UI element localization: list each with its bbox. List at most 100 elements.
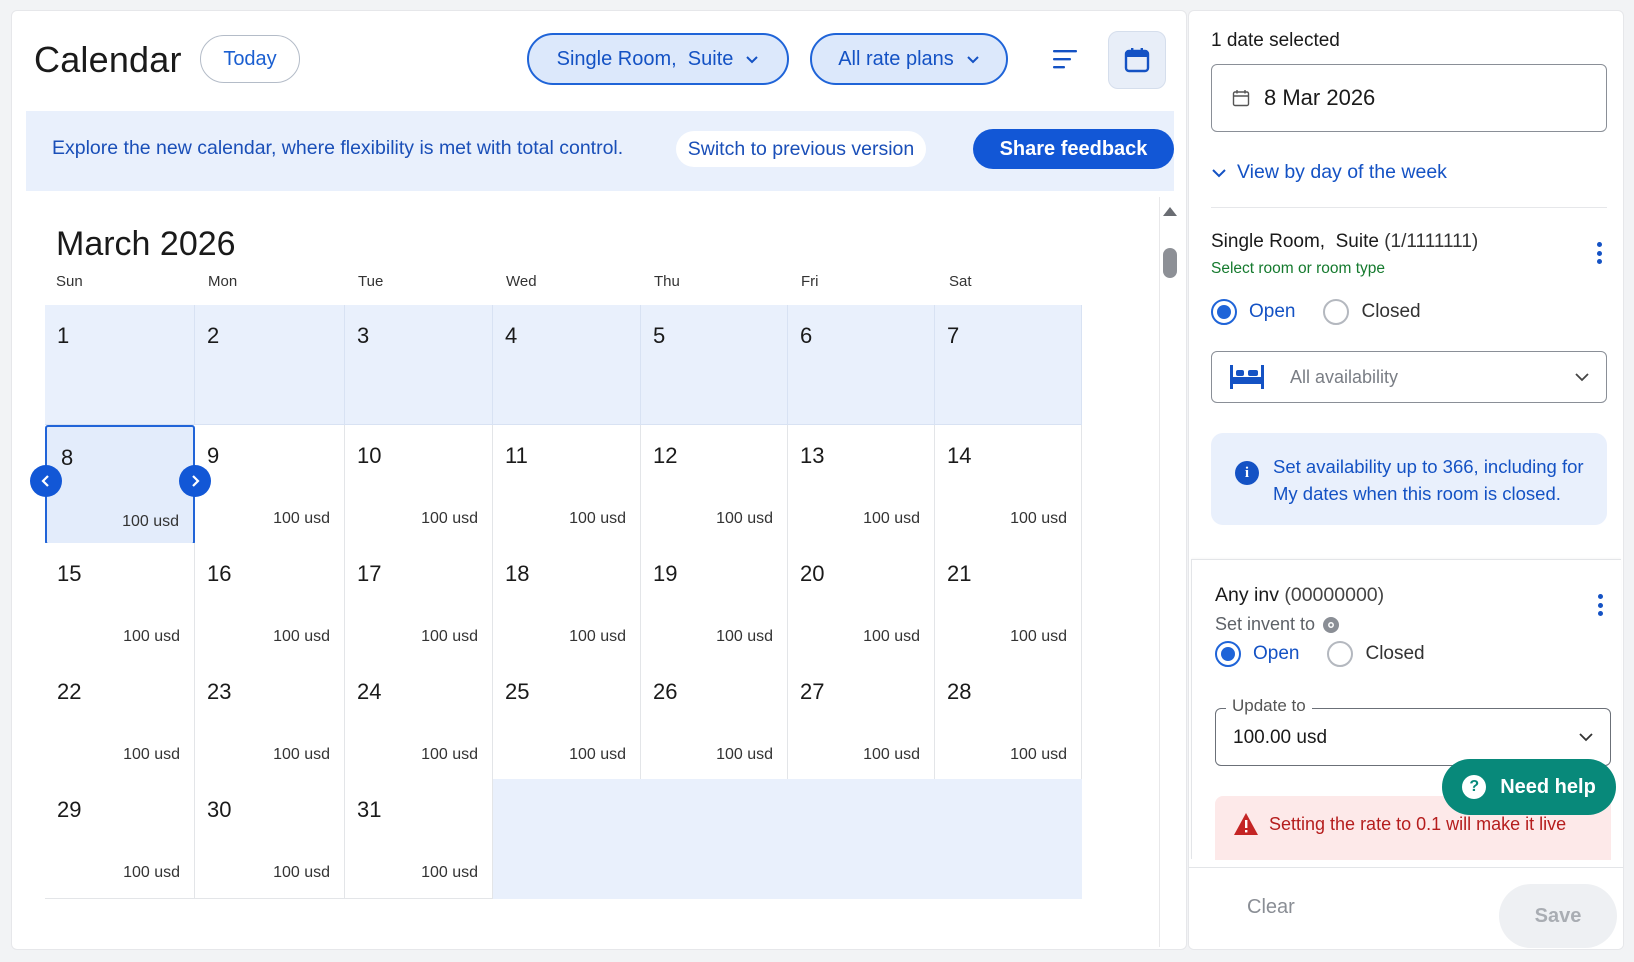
day-price: 100 usd — [273, 628, 330, 645]
divider — [1211, 207, 1607, 208]
day-cell[interactable]: 29 100 usd — [45, 779, 195, 899]
day-cell[interactable]: 15 100 usd — [45, 543, 195, 663]
day-cell[interactable]: 4 — [493, 305, 641, 425]
day-price: 100 usd — [1010, 510, 1067, 527]
next-day-button[interactable] — [179, 465, 211, 497]
day-cell[interactable]: 28 100 usd — [935, 661, 1082, 781]
scroll-up-arrow[interactable] — [1163, 207, 1177, 216]
day-cell[interactable]: 21 100 usd — [935, 543, 1082, 663]
day-cell[interactable]: 10 100 usd — [345, 425, 493, 545]
day-cell[interactable]: 27 100 usd — [788, 661, 935, 781]
day-cell[interactable]: 18 100 usd — [493, 543, 641, 663]
chevron-left-icon — [41, 475, 49, 487]
day-cell[interactable]: 25 100 usd — [493, 661, 641, 781]
need-help-button[interactable]: ? Need help — [1442, 759, 1616, 815]
update-rate-select[interactable]: Update to 100.00 usd — [1215, 696, 1611, 766]
day-cell[interactable]: 2 — [195, 305, 345, 425]
day-number: 22 — [57, 679, 82, 704]
weekday-label: Sat — [949, 273, 972, 290]
room-name: Single Room, Suite — [1211, 231, 1379, 252]
chevron-down-icon — [1575, 373, 1589, 382]
day-cell[interactable]: 9 100 usd — [195, 425, 345, 545]
day-price: 100 usd — [1010, 746, 1067, 763]
room-code: (1/1111111) — [1384, 231, 1479, 252]
toolbar: Calendar Today Single Room, Suite All ra… — [12, 11, 1186, 111]
day-cell[interactable]: 5 — [641, 305, 788, 425]
day-price: 100 usd — [123, 628, 180, 645]
day-number: 21 — [947, 561, 972, 586]
day-number: 3 — [357, 323, 370, 348]
day-cell[interactable]: 24 100 usd — [345, 661, 493, 781]
new-calendar-banner: Explore the new calendar, where flexibil… — [26, 111, 1174, 191]
room-closed-radio[interactable] — [1323, 299, 1350, 325]
room-filter-dropdown[interactable]: Single Room, Suite — [527, 33, 789, 85]
bed-icon — [1230, 365, 1264, 389]
day-price: 100 usd — [123, 864, 180, 881]
previous-day-button[interactable] — [30, 465, 62, 497]
day-cell-selected[interactable]: 8 100 usd — [45, 425, 195, 545]
day-price: 100 usd — [716, 510, 773, 527]
save-button[interactable]: Save — [1499, 884, 1617, 948]
inventory-code: (00000000) — [1284, 584, 1385, 606]
day-cell[interactable]: 13 100 usd — [788, 425, 935, 545]
weekday-label: Fri — [801, 273, 819, 290]
view-by-day-toggle[interactable]: View by day of the week — [1211, 161, 1447, 184]
rate-filter-label: All rate plans — [838, 47, 954, 70]
day-cell[interactable]: 26 100 usd — [641, 661, 788, 781]
day-cell[interactable]: 12 100 usd — [641, 425, 788, 545]
inventory-open-label: Open — [1253, 643, 1300, 664]
day-cell[interactable]: 16 100 usd — [195, 543, 345, 663]
day-cell[interactable]: 14 100 usd — [935, 425, 1082, 545]
room-open-radio[interactable] — [1211, 299, 1237, 325]
day-number: 28 — [947, 679, 972, 704]
update-value: 100.00 usd — [1233, 727, 1328, 748]
day-cell[interactable]: 1 — [45, 305, 195, 425]
day-number: 13 — [800, 443, 825, 468]
list-view-button[interactable] — [1048, 41, 1084, 77]
day-cell[interactable]: 11 100 usd — [493, 425, 641, 545]
day-cell[interactable]: 20 100 usd — [788, 543, 935, 663]
weekday-label: Mon — [208, 273, 238, 290]
weekday-label: Thu — [654, 273, 680, 290]
day-cell[interactable]: 17 100 usd — [345, 543, 493, 663]
day-number: 17 — [357, 561, 382, 586]
help-icon: ? — [1462, 775, 1487, 799]
list-view-icon — [1053, 50, 1077, 69]
empty-days — [493, 779, 1082, 899]
calendar-week: 15 100 usd 16 100 usd 17 100 usd 18 100 usd … — [45, 543, 1135, 663]
day-cell[interactable]: 19 100 usd — [641, 543, 788, 663]
inventory-open-radio[interactable] — [1215, 641, 1241, 667]
date-field[interactable]: 8 Mar 2026 — [1211, 64, 1607, 132]
clear-button[interactable]: Clear — [1239, 888, 1303, 927]
chevron-right-icon — [192, 475, 200, 487]
scroll-thumb[interactable] — [1163, 248, 1177, 278]
calendar-view-button[interactable] — [1108, 31, 1166, 89]
inventory-closed-radio[interactable] — [1327, 641, 1354, 667]
inventory-name: Any inv — [1215, 584, 1279, 606]
day-number: 19 — [653, 561, 678, 586]
room-status-radio-group: Open Closed — [1211, 299, 1449, 325]
day-number: 31 — [357, 797, 382, 822]
day-cell[interactable]: 30 100 usd — [195, 779, 345, 899]
day-number: 26 — [653, 679, 678, 704]
gear-icon — [1323, 616, 1340, 633]
day-cell[interactable]: 22 100 usd — [45, 661, 195, 781]
day-cell[interactable]: 3 — [345, 305, 493, 425]
day-cell[interactable]: 6 — [788, 305, 935, 425]
scrollbar[interactable] — [1159, 197, 1181, 947]
day-cell[interactable]: 7 — [935, 305, 1082, 425]
share-feedback-button[interactable]: Share feedback — [973, 129, 1174, 169]
availability-select[interactable]: All availability — [1211, 351, 1607, 403]
rate-plan-filter-dropdown[interactable]: All rate plans — [810, 33, 1008, 85]
room-subtitle: Select room or room type — [1211, 260, 1386, 277]
day-cell[interactable]: 31 100 usd — [345, 779, 493, 899]
room-more-options-icon[interactable] — [1589, 239, 1609, 267]
inventory-more-options-icon[interactable] — [1590, 591, 1610, 619]
day-number: 14 — [947, 443, 972, 468]
weekday-label: Wed — [506, 273, 537, 290]
today-button[interactable]: Today — [200, 35, 300, 83]
switch-version-button[interactable]: Switch to previous version — [676, 131, 926, 167]
scroll-track — [1159, 197, 1160, 947]
selection-heading: 1 date selected — [1211, 30, 1340, 51]
day-cell[interactable]: 23 100 usd — [195, 661, 345, 781]
